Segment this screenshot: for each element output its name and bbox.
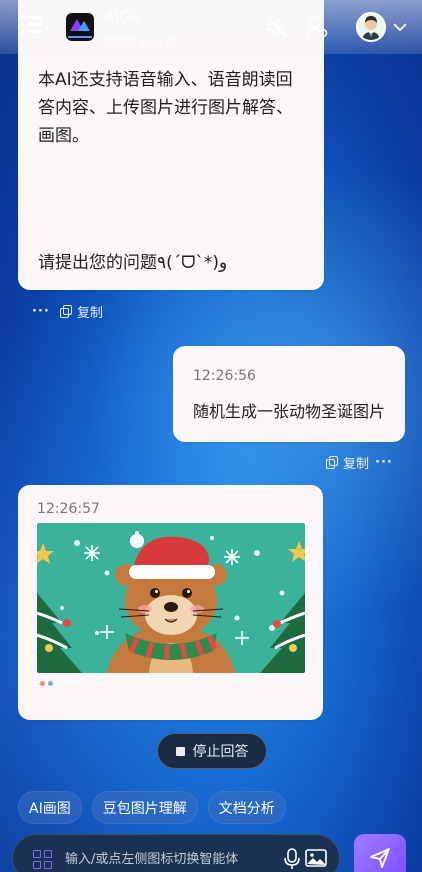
image-upload-icon[interactable] xyxy=(305,849,327,867)
copy-icon xyxy=(59,305,73,318)
menu-icon[interactable] xyxy=(20,15,42,35)
top-header: AIGo 内容由 AI 生成 xyxy=(0,0,422,54)
bot-intro-text: 本AI还支持语音输入、语音朗读回答内容、上传图片进行图片解答、画图。 xyxy=(38,70,293,146)
loading-indicator xyxy=(40,681,53,686)
more-options-button[interactable]: ··· xyxy=(32,304,50,319)
copy-icon xyxy=(326,456,339,469)
copy-label: 复制 xyxy=(76,306,103,321)
bot-message-image: 12:26:57 xyxy=(18,485,323,720)
chip-doubao-image-understanding[interactable]: 豆包图片理解 xyxy=(91,791,198,824)
chip-ai-draw[interactable]: AI画图 xyxy=(18,791,82,824)
user-avatar[interactable] xyxy=(356,12,386,42)
send-icon xyxy=(370,848,390,868)
app-title: AIGo xyxy=(104,9,141,26)
quick-actions: AI画图 豆包图片理解 文档分析 xyxy=(18,791,286,824)
stop-icon xyxy=(175,746,185,756)
microphone-icon[interactable] xyxy=(283,847,301,871)
composer xyxy=(12,834,340,872)
copy-button[interactable]: 复制 xyxy=(59,302,103,321)
message-timestamp: 12:26:56 xyxy=(193,368,256,384)
chip-document-analysis[interactable]: 文档分析 xyxy=(207,791,286,824)
user-message: 12:26:56 随机生成一张动物圣诞图片 xyxy=(173,346,405,442)
stop-label: 停止回答 xyxy=(192,744,249,760)
stop-answer-button[interactable]: 停止回答 xyxy=(157,733,267,769)
agent-switch-icon[interactable] xyxy=(33,850,53,870)
copy-label: 复制 xyxy=(343,457,370,472)
user-settings-icon[interactable] xyxy=(304,14,330,40)
user-message-actions: 复制 ··· xyxy=(326,453,393,472)
message-input[interactable] xyxy=(65,845,273,872)
user-message-text: 随机生成一张动物圣诞图片 xyxy=(193,402,386,421)
bot-intro-question-prompt: 请提出您的问题٩(ˊᗜˋ*)و xyxy=(38,253,228,273)
chevron-down-icon[interactable] xyxy=(392,19,408,35)
send-button[interactable] xyxy=(354,834,406,872)
ai-generated-notice: 内容由 AI 生成 xyxy=(104,36,177,49)
copy-button[interactable]: 复制 xyxy=(326,453,369,472)
speaker-muted-icon[interactable] xyxy=(264,14,290,40)
generated-christmas-image[interactable] xyxy=(37,523,305,673)
app-logo xyxy=(66,13,94,41)
more-options-button[interactable]: ··· xyxy=(375,455,393,470)
bot-intro-actions: ··· 复制 xyxy=(32,302,103,321)
message-timestamp: 12:26:57 xyxy=(37,501,100,517)
